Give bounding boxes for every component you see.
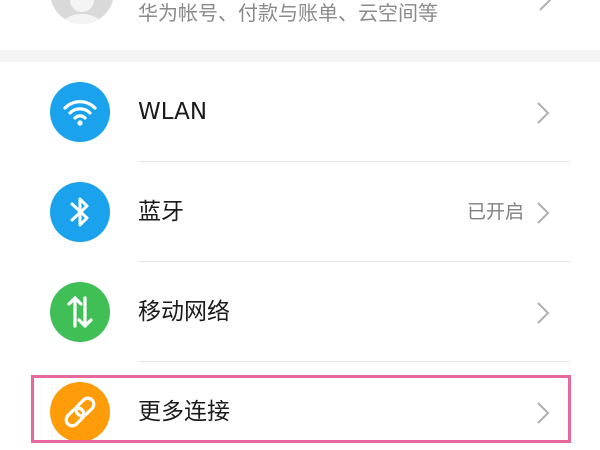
chevron-right-icon <box>538 0 552 16</box>
settings-item-label: 移动网络 <box>138 299 230 325</box>
status-text: 已开启 <box>466 201 524 223</box>
account-card[interactable]: 华为帐号、付款与账单、云空间等 <box>0 0 600 50</box>
mobile-data-icon <box>50 282 110 342</box>
settings-item-mobile-network[interactable]: 移动网络 <box>0 262 600 362</box>
settings-list: WLAN 蓝牙 已开启 移动网络 更多连接 <box>0 62 600 450</box>
account-subtitle: 华为帐号、付款与账单、云空间等 <box>138 1 438 25</box>
avatar <box>50 0 114 24</box>
wifi-icon <box>50 82 110 142</box>
settings-item-more-connections[interactable]: 更多连接 <box>0 362 600 450</box>
bluetooth-icon <box>50 182 110 242</box>
link-icon <box>50 382 110 442</box>
settings-item-bluetooth[interactable]: 蓝牙 已开启 <box>0 162 600 262</box>
chevron-right-icon <box>536 301 550 329</box>
chevron-right-icon <box>536 101 550 129</box>
settings-item-label: WLAN <box>138 99 208 125</box>
settings-item-wlan[interactable]: WLAN <box>0 62 600 162</box>
chevron-right-icon <box>536 401 550 429</box>
chevron-right-icon <box>536 201 550 229</box>
settings-item-label: 蓝牙 <box>138 199 184 225</box>
settings-item-label: 更多连接 <box>138 399 230 425</box>
